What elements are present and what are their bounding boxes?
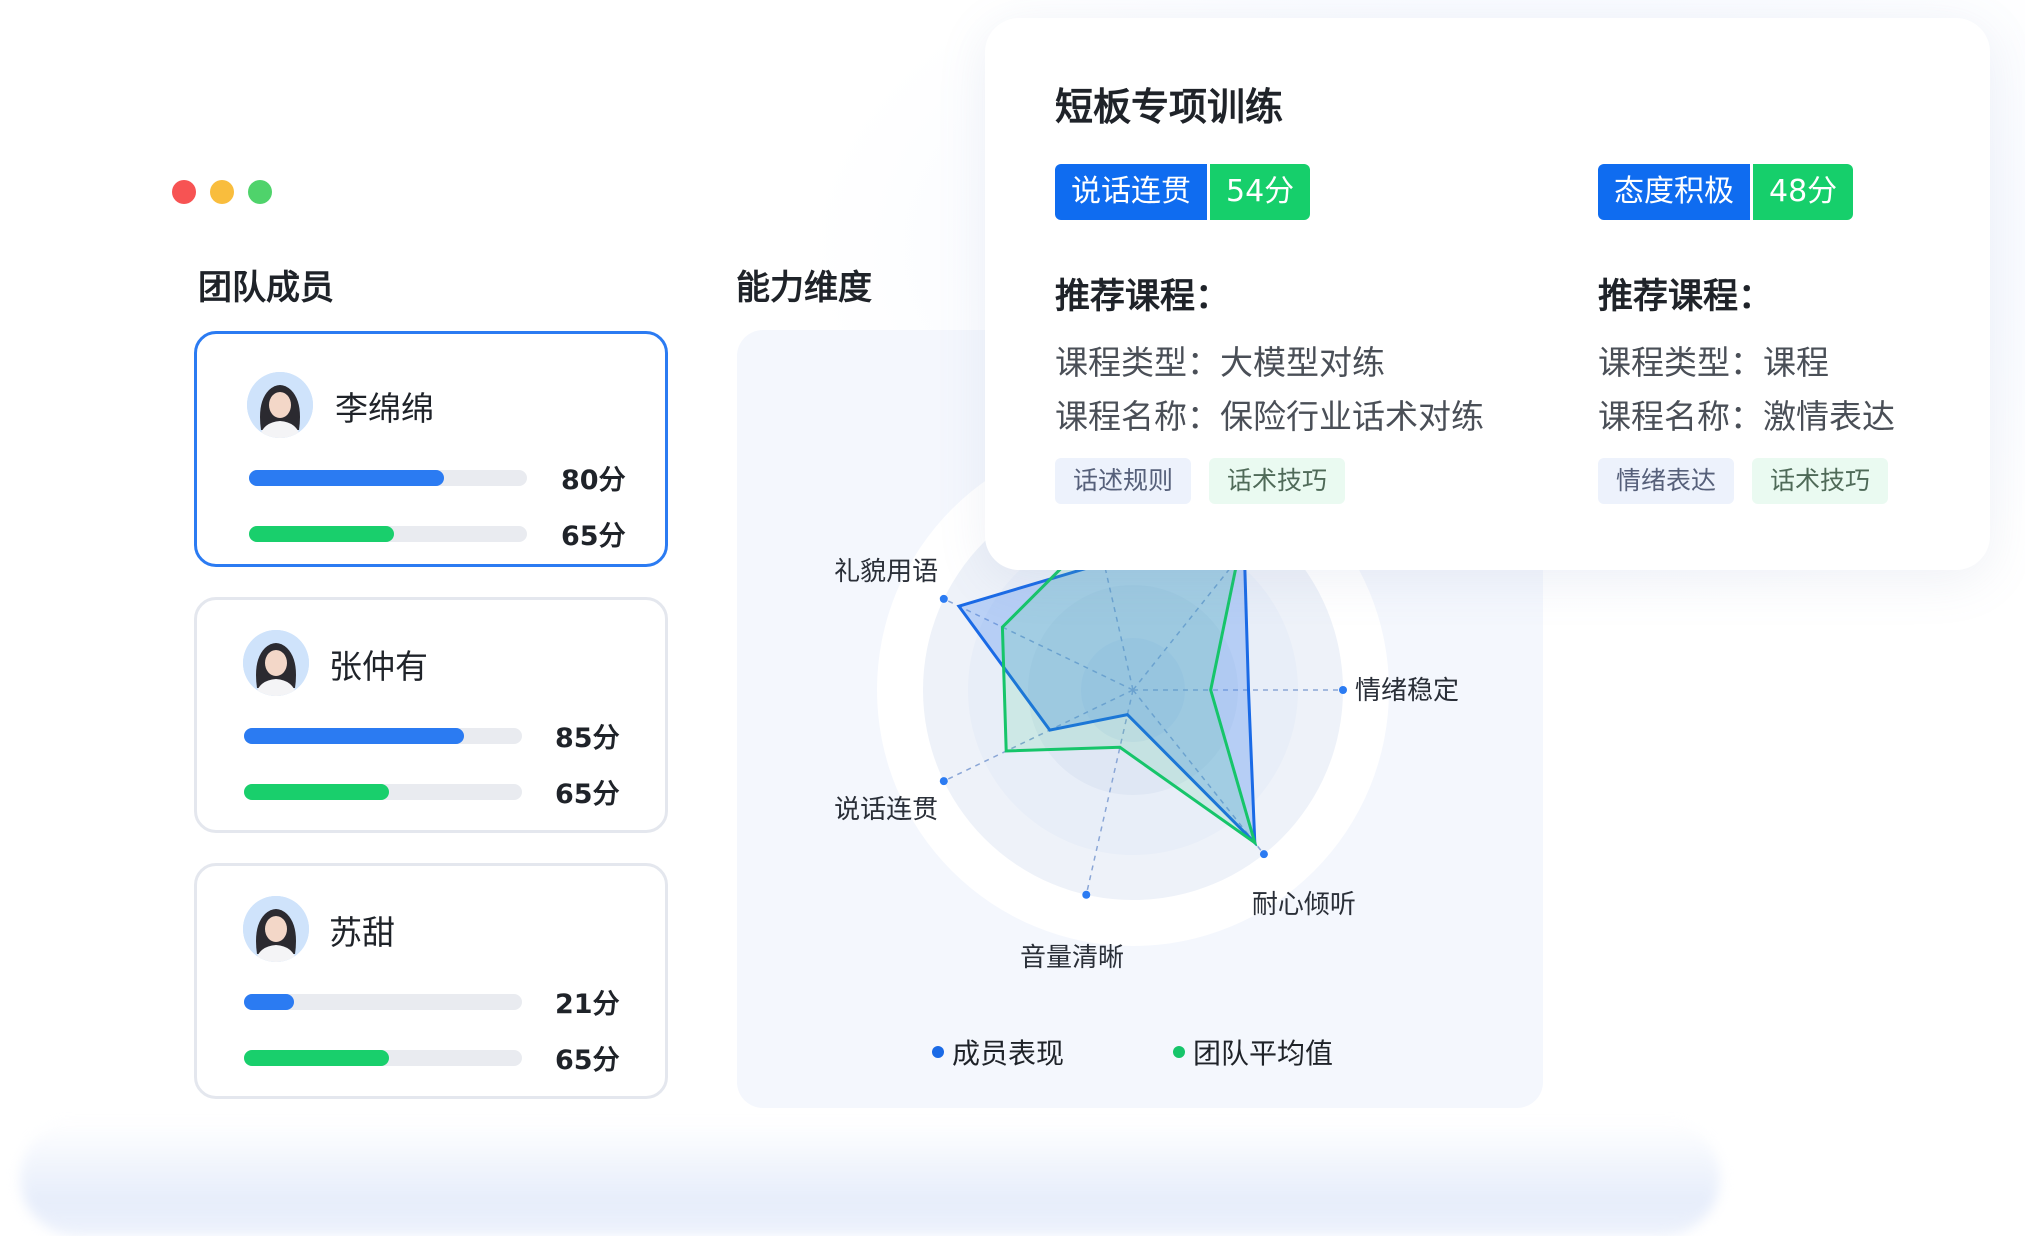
radar-axis-dot	[1339, 686, 1347, 694]
ability-score-bar	[249, 470, 527, 486]
course-type: 课程类型：课程	[1598, 343, 1829, 382]
radar-axis-label: 耐心倾听	[1252, 890, 1356, 920]
average-score-value: 65分	[555, 779, 620, 810]
course-chip[interactable]: 话术技巧	[1752, 458, 1889, 504]
radar-axis-label: 礼貌用语	[834, 557, 938, 587]
course-type: 课程类型：大模型对练	[1055, 343, 1385, 382]
avatar	[247, 372, 313, 438]
average-score-bar	[244, 784, 522, 800]
radar-axis-dot	[1259, 850, 1268, 859]
skill-score: 48分	[1753, 164, 1854, 220]
course-name: 课程名称：激情表达	[1598, 397, 1895, 436]
avatar	[243, 630, 309, 696]
ability-score-value: 21分	[555, 989, 620, 1020]
ability-score-fill	[244, 994, 295, 1010]
average-score-fill	[244, 1050, 389, 1066]
recommend-title: 推荐课程：	[1598, 277, 1774, 317]
course-name: 课程名称：保险行业话术对练	[1055, 397, 1484, 436]
member-name: 苏甜	[329, 913, 395, 952]
member-name: 张仲有	[329, 647, 428, 686]
background-glow	[20, 1120, 1720, 1236]
average-score-value: 65分	[555, 1045, 620, 1076]
recommend-title: 推荐课程：	[1055, 277, 1231, 317]
average-score-value: 65分	[561, 521, 626, 552]
legend-member-label: 成员表现	[952, 1037, 1065, 1070]
ability-score-value: 80分	[561, 465, 626, 496]
course-chip[interactable]: 话术技巧	[1209, 458, 1346, 504]
legend-member: 成员表现	[932, 1032, 1064, 1072]
ability-title: 能力维度	[736, 268, 872, 308]
avatar	[243, 896, 309, 962]
member-card[interactable]: 张仲有 85分 65分	[194, 597, 668, 833]
skill-name: 说话连贯	[1055, 164, 1207, 220]
legend-team: 团队平均值	[1173, 1032, 1333, 1072]
radar-axis-dot	[939, 777, 948, 786]
team-title: 团队成员	[198, 268, 334, 308]
minimize-dot[interactable]	[210, 180, 234, 204]
average-score-bar	[249, 526, 527, 542]
course-chip[interactable]: 情绪表达	[1598, 458, 1735, 504]
skill-tag[interactable]: 说话连贯 54分	[1055, 164, 1311, 220]
window-controls	[172, 180, 272, 204]
average-score-fill	[244, 784, 389, 800]
average-score-bar	[244, 1050, 522, 1066]
skill-score: 54分	[1210, 164, 1311, 220]
member-name: 李绵绵	[335, 389, 434, 428]
close-dot[interactable]	[172, 180, 196, 204]
member-card[interactable]: 苏甜 21分 65分	[194, 863, 668, 1099]
average-score-fill	[249, 526, 394, 542]
skill-tag[interactable]: 态度积极 48分	[1598, 164, 1854, 220]
radar-axis-label: 情绪稳定	[1355, 676, 1459, 706]
ability-score-value: 85分	[555, 723, 620, 754]
member-card[interactable]: 李绵绵 80分 65分	[194, 331, 668, 567]
radar-axis-dot	[1082, 890, 1091, 899]
ability-score-fill	[249, 470, 444, 486]
radar-axis-label: 说话连贯	[834, 795, 938, 825]
legend-team-dot	[1173, 1046, 1185, 1058]
skill-name: 态度积极	[1598, 164, 1750, 220]
radar-axis-label: 音量清晰	[1020, 943, 1124, 973]
radar-axis-dot	[939, 594, 948, 603]
ability-score-bar	[244, 994, 522, 1010]
maximize-dot[interactable]	[248, 180, 272, 204]
training-popup: 短板专项训练 说话连贯 54分 推荐课程： 课程类型：大模型对练 课程名称：保险…	[985, 18, 1990, 570]
ability-score-bar	[244, 728, 522, 744]
course-chip[interactable]: 话述规则	[1055, 458, 1192, 504]
legend-team-label: 团队平均值	[1193, 1037, 1334, 1070]
popup-title: 短板专项训练	[1055, 85, 1284, 129]
ability-score-fill	[244, 728, 464, 744]
legend-member-dot	[932, 1046, 944, 1058]
